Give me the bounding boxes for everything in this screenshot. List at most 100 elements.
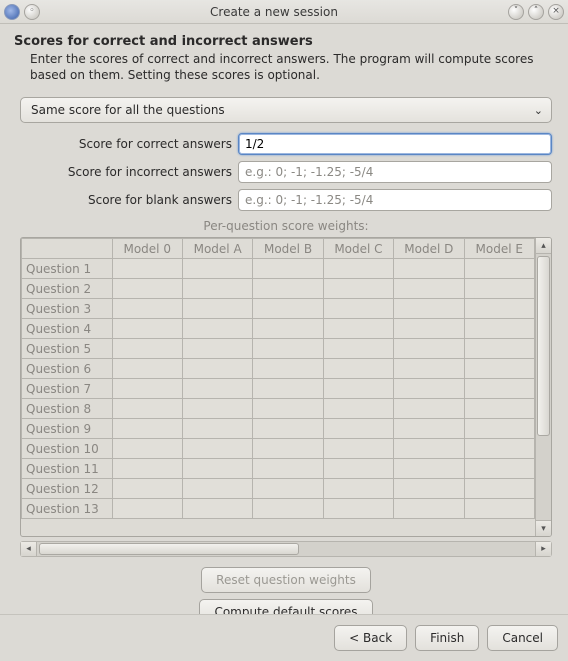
weight-cell[interactable] [323,419,393,439]
row-header[interactable]: Question 2 [22,279,113,299]
weight-cell[interactable] [394,459,464,479]
weight-cell[interactable] [323,439,393,459]
row-header[interactable]: Question 11 [22,459,113,479]
weight-cell[interactable] [182,439,252,459]
weight-cell[interactable] [253,439,323,459]
weight-cell[interactable] [182,259,252,279]
scroll-thumb[interactable] [537,256,550,436]
weight-cell[interactable] [323,319,393,339]
weight-cell[interactable] [253,399,323,419]
weight-cell[interactable] [394,399,464,419]
weight-cell[interactable] [182,399,252,419]
horizontal-scrollbar[interactable]: ◂ ▸ [20,541,552,557]
weight-cell[interactable] [253,279,323,299]
scroll-up-icon[interactable]: ▴ [536,238,551,254]
scroll-down-icon[interactable]: ▾ [536,520,551,536]
row-header[interactable]: Question 8 [22,399,113,419]
weight-cell[interactable] [112,359,182,379]
weight-cell[interactable] [112,459,182,479]
weight-cell[interactable] [323,479,393,499]
weight-cell[interactable] [112,419,182,439]
row-header[interactable]: Question 5 [22,339,113,359]
weight-cell[interactable] [182,419,252,439]
row-header[interactable]: Question 4 [22,319,113,339]
column-header[interactable]: Model 0 [112,239,182,259]
weight-cell[interactable] [253,359,323,379]
row-header[interactable]: Question 7 [22,379,113,399]
weight-cell[interactable] [464,319,534,339]
weight-cell[interactable] [253,379,323,399]
minimize-button[interactable]: ˅ [508,4,524,20]
weight-cell[interactable] [253,499,323,519]
weight-cell[interactable] [112,379,182,399]
weight-cell[interactable] [112,259,182,279]
weight-cell[interactable] [112,339,182,359]
weight-cell[interactable] [182,479,252,499]
column-header[interactable]: Model A [182,239,252,259]
row-header[interactable]: Question 3 [22,299,113,319]
weight-cell[interactable] [464,379,534,399]
column-header[interactable]: Model C [323,239,393,259]
weight-cell[interactable] [182,279,252,299]
scroll-right-icon[interactable]: ▸ [535,542,551,556]
weight-cell[interactable] [182,299,252,319]
weight-cell[interactable] [323,499,393,519]
weight-cell[interactable] [253,259,323,279]
weight-cell[interactable] [464,399,534,419]
weight-cell[interactable] [394,299,464,319]
scroll-thumb-h[interactable] [39,543,299,555]
weight-cell[interactable] [253,319,323,339]
maximize-button[interactable]: ˄ [528,4,544,20]
weight-cell[interactable] [464,439,534,459]
weight-cell[interactable] [112,499,182,519]
weight-cell[interactable] [394,259,464,279]
blank-score-input[interactable] [238,189,552,211]
scroll-left-icon[interactable]: ◂ [21,542,37,556]
weight-cell[interactable] [253,299,323,319]
weight-cell[interactable] [112,319,182,339]
weight-cell[interactable] [394,379,464,399]
weight-cell[interactable] [182,339,252,359]
incorrect-score-input[interactable] [238,161,552,183]
weight-cell[interactable] [112,299,182,319]
weight-cell[interactable] [323,459,393,479]
weight-cell[interactable] [112,399,182,419]
weight-cell[interactable] [253,479,323,499]
weight-cell[interactable] [394,419,464,439]
weight-cell[interactable] [394,359,464,379]
weight-cell[interactable] [464,259,534,279]
weight-cell[interactable] [323,359,393,379]
weights-table[interactable]: Model 0Model AModel BModel CModel DModel… [21,238,535,519]
row-header[interactable]: Question 1 [22,259,113,279]
weight-cell[interactable] [112,479,182,499]
weight-cell[interactable] [394,479,464,499]
weight-cell[interactable] [464,339,534,359]
weight-cell[interactable] [323,379,393,399]
weight-cell[interactable] [464,299,534,319]
window-menu-button[interactable]: ◦ [24,4,40,20]
weight-cell[interactable] [464,359,534,379]
weight-cell[interactable] [182,379,252,399]
weight-cell[interactable] [394,319,464,339]
weight-cell[interactable] [112,439,182,459]
weight-cell[interactable] [394,339,464,359]
weight-cell[interactable] [464,459,534,479]
vertical-scrollbar[interactable]: ▴ ▾ [535,238,551,536]
weight-cell[interactable] [182,319,252,339]
correct-score-input[interactable] [238,133,552,155]
column-header[interactable]: Model E [464,239,534,259]
weight-cell[interactable] [464,479,534,499]
weight-cell[interactable] [323,299,393,319]
scroll-track[interactable] [536,254,551,520]
weight-cell[interactable] [464,279,534,299]
weight-cell[interactable] [323,259,393,279]
row-header[interactable]: Question 10 [22,439,113,459]
weight-cell[interactable] [182,359,252,379]
weight-cell[interactable] [323,339,393,359]
weight-cell[interactable] [253,459,323,479]
weight-cell[interactable] [323,399,393,419]
weight-cell[interactable] [464,499,534,519]
cancel-button[interactable]: Cancel [487,625,558,651]
row-header[interactable]: Question 9 [22,419,113,439]
column-header[interactable]: Model B [253,239,323,259]
